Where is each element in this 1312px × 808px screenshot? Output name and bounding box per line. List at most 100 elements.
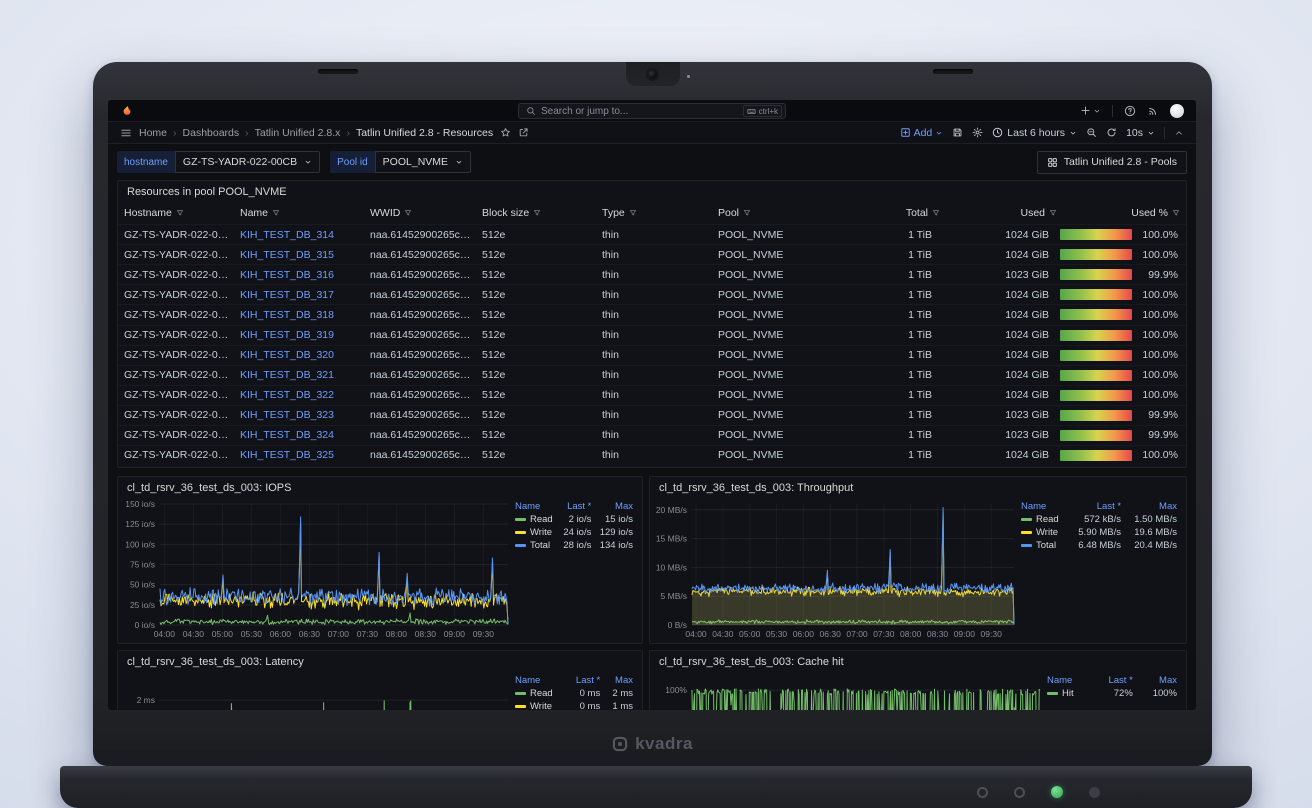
svg-text:07:00: 07:00: [328, 629, 350, 639]
cell-name-link[interactable]: KIH_TEST_DB_323: [240, 409, 370, 421]
speaker-grille-left: [318, 69, 358, 74]
column-header-total[interactable]: Total: [838, 207, 940, 219]
legend-header-max[interactable]: Max: [1124, 500, 1180, 513]
menu-icon[interactable]: [120, 127, 132, 139]
variable-value-dropdown[interactable]: POOL_NVME: [375, 151, 471, 173]
user-avatar[interactable]: [1170, 104, 1184, 118]
chart-canvas[interactable]: 04:0004:3005:0005:3006:0006:3007:0007:30…: [120, 498, 512, 641]
refresh-interval-picker[interactable]: 10s: [1126, 127, 1155, 139]
chart-canvas[interactable]: 04:0004:3005:0005:3006:0006:3007:0007:30…: [652, 498, 1018, 641]
legend-series-name[interactable]: Total: [530, 540, 550, 551]
cell-total: 1 TiB: [838, 249, 940, 261]
filter-icon[interactable]: [176, 209, 184, 217]
column-header-wwid[interactable]: WWID: [370, 207, 482, 219]
pools-dashboard-link[interactable]: Tatlin Unified 2.8 - Pools: [1037, 151, 1187, 174]
legend-header-name[interactable]: Name: [512, 674, 566, 687]
legend-header-max[interactable]: Max: [594, 500, 636, 513]
cell-name-link[interactable]: KIH_TEST_DB_324: [240, 429, 370, 441]
legend-header-max[interactable]: Max: [603, 674, 636, 687]
legend-header-name[interactable]: Name: [512, 500, 558, 513]
filter-icon[interactable]: [404, 209, 412, 217]
cell-name-link[interactable]: KIH_TEST_DB_314: [240, 229, 370, 241]
column-header-block-size[interactable]: Block size: [482, 207, 602, 219]
chart-plot-area[interactable]: 100%: [652, 672, 1044, 710]
legend-last-value: 6.48 MB/s: [1068, 539, 1124, 552]
legend-series-name[interactable]: Write: [530, 701, 552, 710]
chart-canvas[interactable]: 100%: [652, 672, 1044, 710]
column-header-used[interactable]: Used %: [1057, 207, 1180, 219]
filter-icon[interactable]: [629, 209, 637, 217]
divider: [1112, 105, 1113, 117]
column-label: Hostname: [124, 207, 172, 219]
filter-icon[interactable]: [932, 209, 940, 217]
chevron-down-icon: [935, 129, 943, 137]
chart-plot-area[interactable]: 2 ms: [120, 672, 512, 710]
grafana-logo[interactable]: [120, 104, 134, 118]
column-header-name[interactable]: Name: [240, 207, 370, 219]
legend-header-last[interactable]: Last *: [558, 500, 594, 513]
cell-name-link[interactable]: KIH_TEST_DB_317: [240, 289, 370, 301]
legend-header-name[interactable]: Name: [1044, 674, 1092, 687]
legend-header-name[interactable]: Name: [1018, 500, 1068, 513]
legend-series-name[interactable]: Read: [1036, 514, 1059, 525]
legend-series-name[interactable]: Write: [530, 527, 552, 538]
legend-header-last[interactable]: Last *: [1092, 674, 1136, 687]
legend-header-last[interactable]: Last *: [566, 674, 603, 687]
save-dashboard-icon[interactable]: [952, 127, 963, 138]
cell-name-link[interactable]: KIH_TEST_DB_320: [240, 349, 370, 361]
laptop-brand: kvadra: [93, 734, 1212, 754]
cell-name-link[interactable]: KIH_TEST_DB_319: [240, 329, 370, 341]
breadcrumb-item[interactable]: Home: [139, 127, 167, 139]
share-icon[interactable]: [518, 127, 529, 138]
cell-name-link[interactable]: KIH_TEST_DB_325: [240, 449, 370, 461]
help-icon[interactable]: [1124, 105, 1136, 117]
dashboard-settings-icon[interactable]: [972, 127, 983, 138]
chart-plot-area[interactable]: 04:0004:3005:0005:3006:0006:3007:0007:30…: [652, 498, 1018, 641]
cell-name-link[interactable]: KIH_TEST_DB_316: [240, 269, 370, 281]
search-input[interactable]: Search or jump to... ctrl+k: [518, 103, 786, 119]
filter-icon[interactable]: [533, 209, 541, 217]
filter-icon[interactable]: [1049, 209, 1057, 217]
laptop-brand-text: kvadra: [635, 734, 693, 754]
filter-icon[interactable]: [272, 209, 280, 217]
refresh-icon[interactable]: [1106, 127, 1117, 138]
column-label: Total: [906, 207, 928, 219]
legend-series-name[interactable]: Total: [1036, 540, 1056, 551]
add-button[interactable]: Add: [900, 127, 944, 139]
collapse-toolbar-icon[interactable]: [1174, 128, 1184, 138]
chart-plot-area[interactable]: 04:0004:3005:0005:3006:0006:3007:0007:30…: [120, 498, 512, 641]
star-icon[interactable]: [500, 127, 511, 138]
variable-value-dropdown[interactable]: GZ-TS-YADR-022-00CB: [175, 151, 320, 173]
column-header-used[interactable]: Used: [940, 207, 1057, 219]
filter-icon[interactable]: [743, 209, 751, 217]
cell-name-link[interactable]: KIH_TEST_DB_318: [240, 309, 370, 321]
legend-series-name[interactable]: Read: [530, 514, 553, 525]
legend-header-last[interactable]: Last *: [1068, 500, 1124, 513]
column-header-type[interactable]: Type: [602, 207, 718, 219]
zoom-out-icon[interactable]: [1086, 127, 1097, 138]
column-header-hostname[interactable]: Hostname: [124, 207, 240, 219]
chart-canvas[interactable]: 2 ms: [120, 672, 512, 710]
cell-name-link[interactable]: KIH_TEST_DB_315: [240, 249, 370, 261]
used-pct-text: 99.9%: [1138, 269, 1178, 281]
cell-hostname: GZ-TS-YADR-022-00CB: [124, 289, 240, 301]
cell-pool: POOL_NVME: [718, 429, 838, 441]
legend-row: Total 6.48 MB/s20.4 MB/s: [1018, 539, 1180, 552]
breadcrumb-item[interactable]: Dashboards: [183, 127, 240, 139]
legend-series-name[interactable]: Write: [1036, 527, 1058, 538]
new-menu-button[interactable]: [1080, 105, 1101, 116]
cell-name-link[interactable]: KIH_TEST_DB_322: [240, 389, 370, 401]
legend-max-value: 20.4 MB/s: [1124, 539, 1180, 552]
column-header-pool[interactable]: Pool: [718, 207, 838, 219]
legend-header-max[interactable]: Max: [1136, 674, 1180, 687]
charts-row-1: cl_td_rsrv_36_test_ds_003: IOPS 04:0004:…: [117, 476, 1187, 644]
cell-name-link[interactable]: KIH_TEST_DB_321: [240, 369, 370, 381]
filter-icon[interactable]: [1172, 209, 1180, 217]
cell-wwid: naa.61452900265c032c...: [370, 289, 482, 301]
legend-series-name[interactable]: Hit: [1062, 688, 1074, 699]
legend-series-name[interactable]: Read: [530, 688, 553, 699]
svg-text:07:00: 07:00: [846, 629, 868, 639]
time-range-picker[interactable]: Last 6 hours: [992, 127, 1077, 139]
breadcrumb-item[interactable]: Tatlin Unified 2.8.x: [255, 127, 341, 139]
news-icon[interactable]: [1147, 105, 1159, 117]
